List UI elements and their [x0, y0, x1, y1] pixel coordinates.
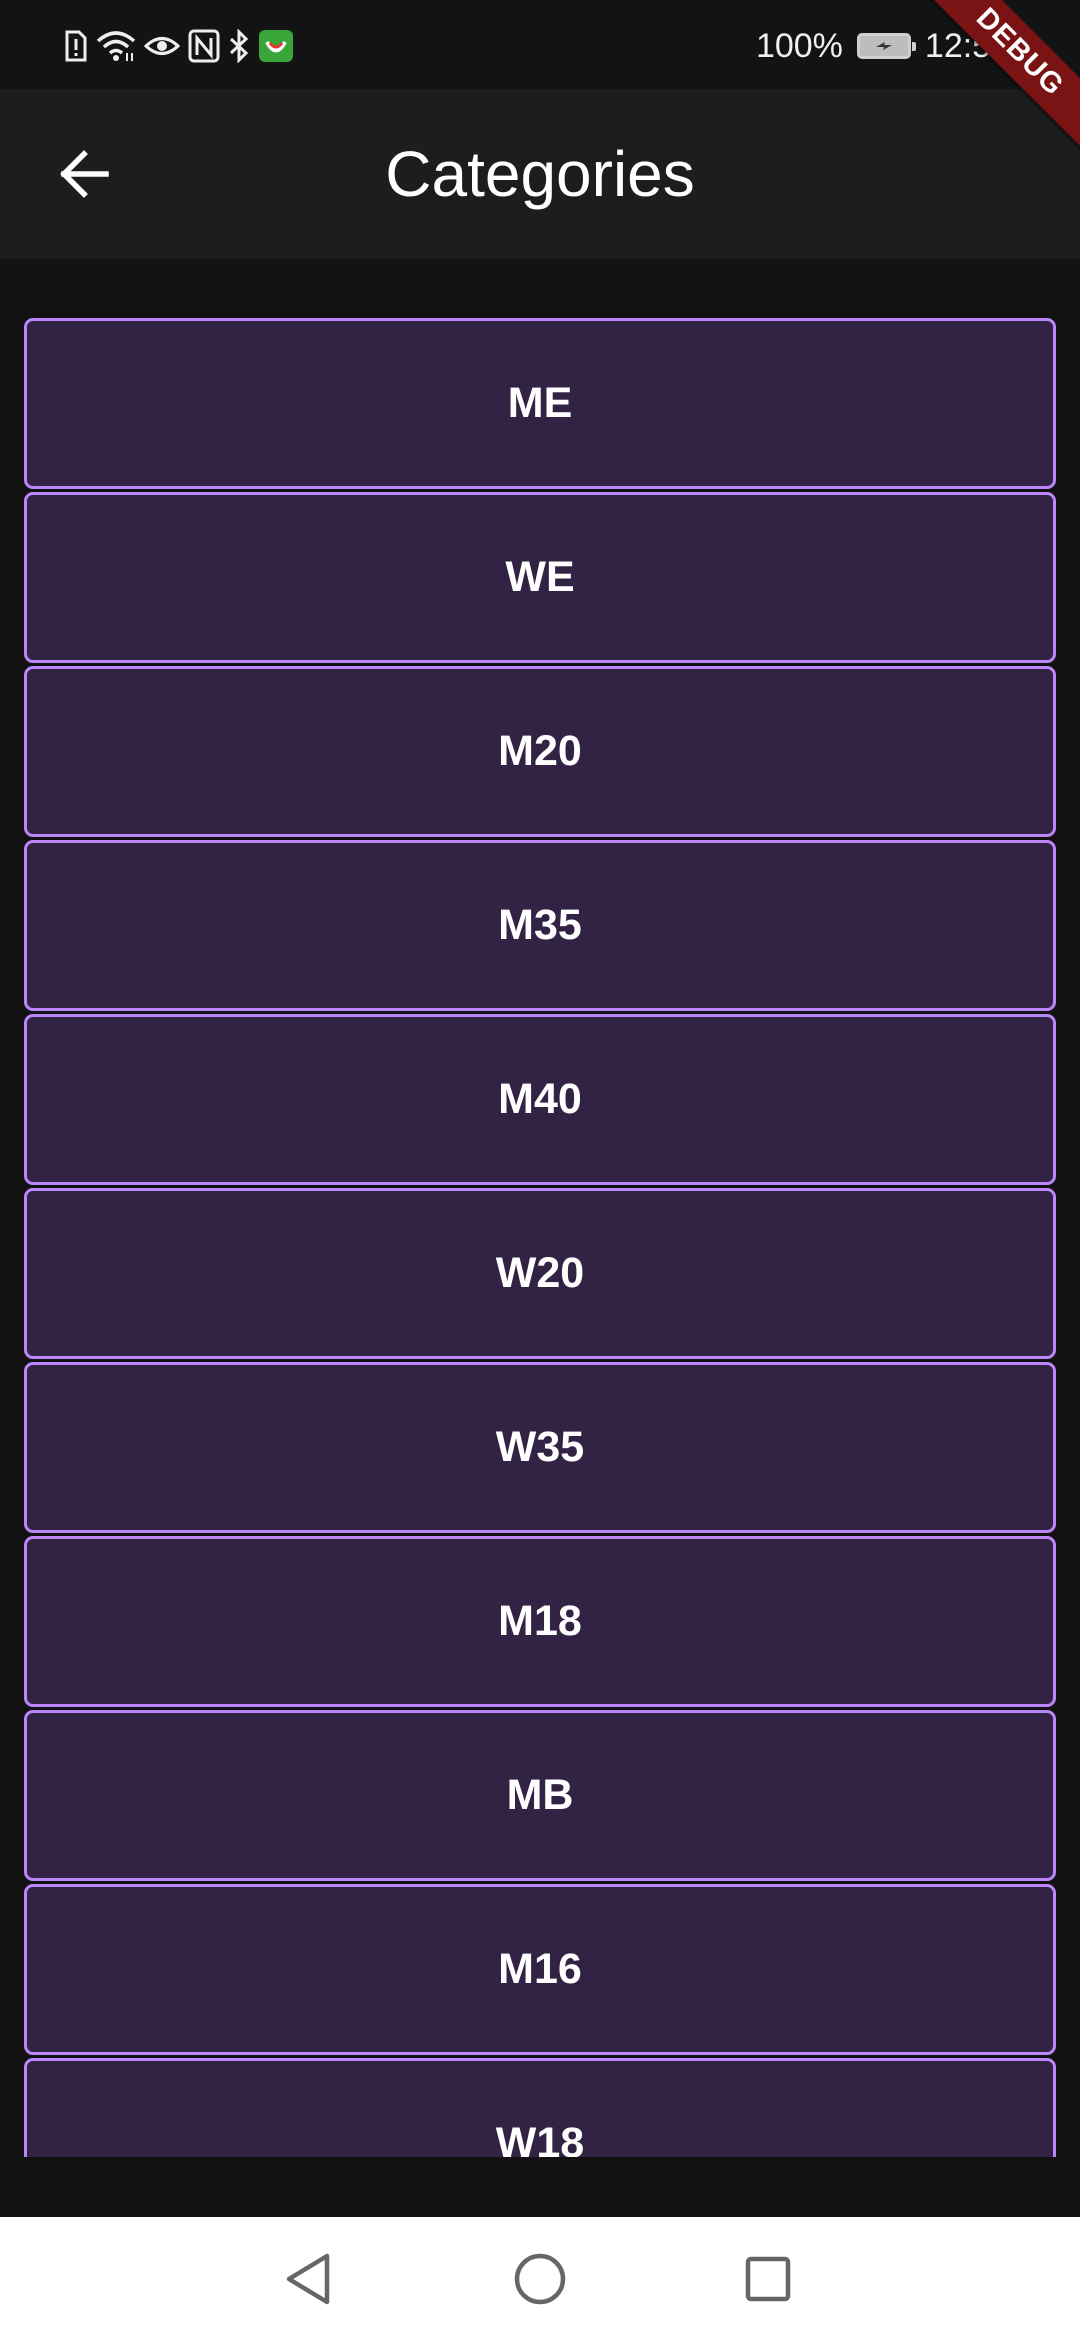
system-nav-bar	[0, 2217, 1080, 2340]
category-item[interactable]: ME	[24, 318, 1056, 489]
category-label: W20	[495, 1249, 585, 1297]
category-list: ME WE M20 M35 M40 W20 W35 M18 MB M16 W18	[24, 318, 1056, 2157]
category-label: M16	[498, 1945, 582, 1993]
category-item[interactable]: WE	[24, 492, 1056, 663]
category-label: M40	[498, 1075, 582, 1123]
sim-alert-icon	[64, 29, 88, 63]
eye-icon	[144, 29, 180, 63]
category-item[interactable]: W18	[24, 2058, 1056, 2157]
status-icons	[64, 26, 294, 66]
category-item[interactable]: M16	[24, 1884, 1056, 2055]
category-label: WE	[505, 553, 575, 601]
battery-charging-icon	[856, 33, 916, 59]
recents-square-icon	[745, 2256, 791, 2302]
category-item[interactable]: M35	[24, 840, 1056, 1011]
nav-home-button[interactable]	[500, 2239, 580, 2319]
app-notification-icon	[258, 29, 294, 63]
back-triangle-icon	[286, 2253, 330, 2305]
page-title: Categories	[385, 138, 695, 210]
home-circle-icon	[514, 2253, 566, 2305]
nav-recents-button[interactable]	[728, 2239, 808, 2319]
category-list-viewport[interactable]: ME WE M20 M35 M40 W20 W35 M18 MB M16 W18	[0, 259, 1080, 2157]
category-label: M35	[498, 901, 582, 949]
category-item[interactable]: M18	[24, 1536, 1056, 1707]
status-bar: 100% 12:50	[0, 0, 1080, 89]
category-item[interactable]: M20	[24, 666, 1056, 837]
category-label: W18	[495, 2119, 585, 2157]
nav-back-button[interactable]	[268, 2239, 348, 2319]
category-label: MB	[506, 1771, 574, 1819]
category-label: ME	[507, 379, 573, 427]
category-item[interactable]: W35	[24, 1362, 1056, 1533]
category-item[interactable]: MB	[24, 1710, 1056, 1881]
category-label: M18	[498, 1597, 582, 1645]
nfc-icon	[188, 29, 220, 63]
category-item[interactable]: M40	[24, 1014, 1056, 1185]
bluetooth-icon	[228, 29, 250, 63]
battery-percent: 100%	[755, 26, 843, 65]
category-label: W35	[495, 1423, 585, 1471]
category-label: M20	[498, 727, 582, 775]
app-bar: Categories	[0, 89, 1080, 259]
category-item[interactable]: W20	[24, 1188, 1056, 1359]
wifi-icon	[96, 29, 136, 63]
